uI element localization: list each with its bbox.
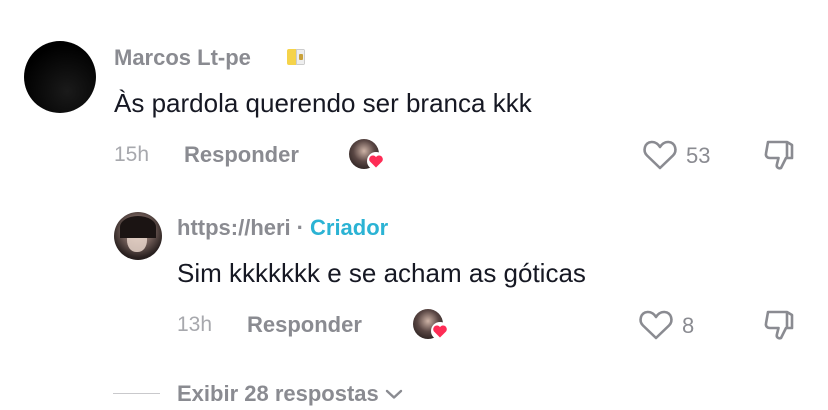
- reply-header: https://heri · Criador: [177, 215, 388, 241]
- flag-vatican-icon: [287, 49, 305, 65]
- view-more-replies[interactable]: Exibir 28 respostas: [177, 381, 403, 407]
- dislike-icon[interactable]: [762, 138, 798, 174]
- commenter-avatar[interactable]: [24, 41, 96, 113]
- reply-username[interactable]: https://heri: [177, 215, 291, 241]
- like-count: 53: [686, 143, 711, 168]
- reply-button[interactable]: Responder: [184, 142, 299, 168]
- commenter-username[interactable]: Marcos Lt-pe: [114, 45, 251, 71]
- reply-text: Sim kkkkkkk e se acham as góticas: [177, 258, 586, 288]
- comment-timestamp: 15h: [114, 143, 150, 166]
- reply-timestamp: 13h: [177, 313, 213, 336]
- comment-text: Às pardola querendo ser branca kkk: [114, 88, 532, 118]
- creator-liked-indicator: [349, 139, 387, 173]
- view-more-label[interactable]: Exibir 28 respostas: [177, 381, 379, 407]
- replies-divider: [113, 393, 160, 394]
- chevron-down-icon[interactable]: [385, 388, 403, 400]
- reply-heart-badge-icon: [431, 322, 449, 340]
- reply-like-heart-icon[interactable]: [638, 309, 674, 341]
- heart-badge-icon: [367, 152, 385, 170]
- reply-dislike-icon[interactable]: [762, 308, 798, 344]
- reply-reply-button[interactable]: Responder: [247, 312, 362, 338]
- separator-dot: ·: [296, 215, 304, 240]
- creator-badge: Criador: [310, 215, 389, 240]
- creator-avatar[interactable]: [114, 212, 162, 260]
- reply-like-count: 8: [682, 313, 695, 338]
- reply-creator-liked-indicator: [413, 309, 451, 343]
- like-heart-icon[interactable]: [642, 139, 678, 171]
